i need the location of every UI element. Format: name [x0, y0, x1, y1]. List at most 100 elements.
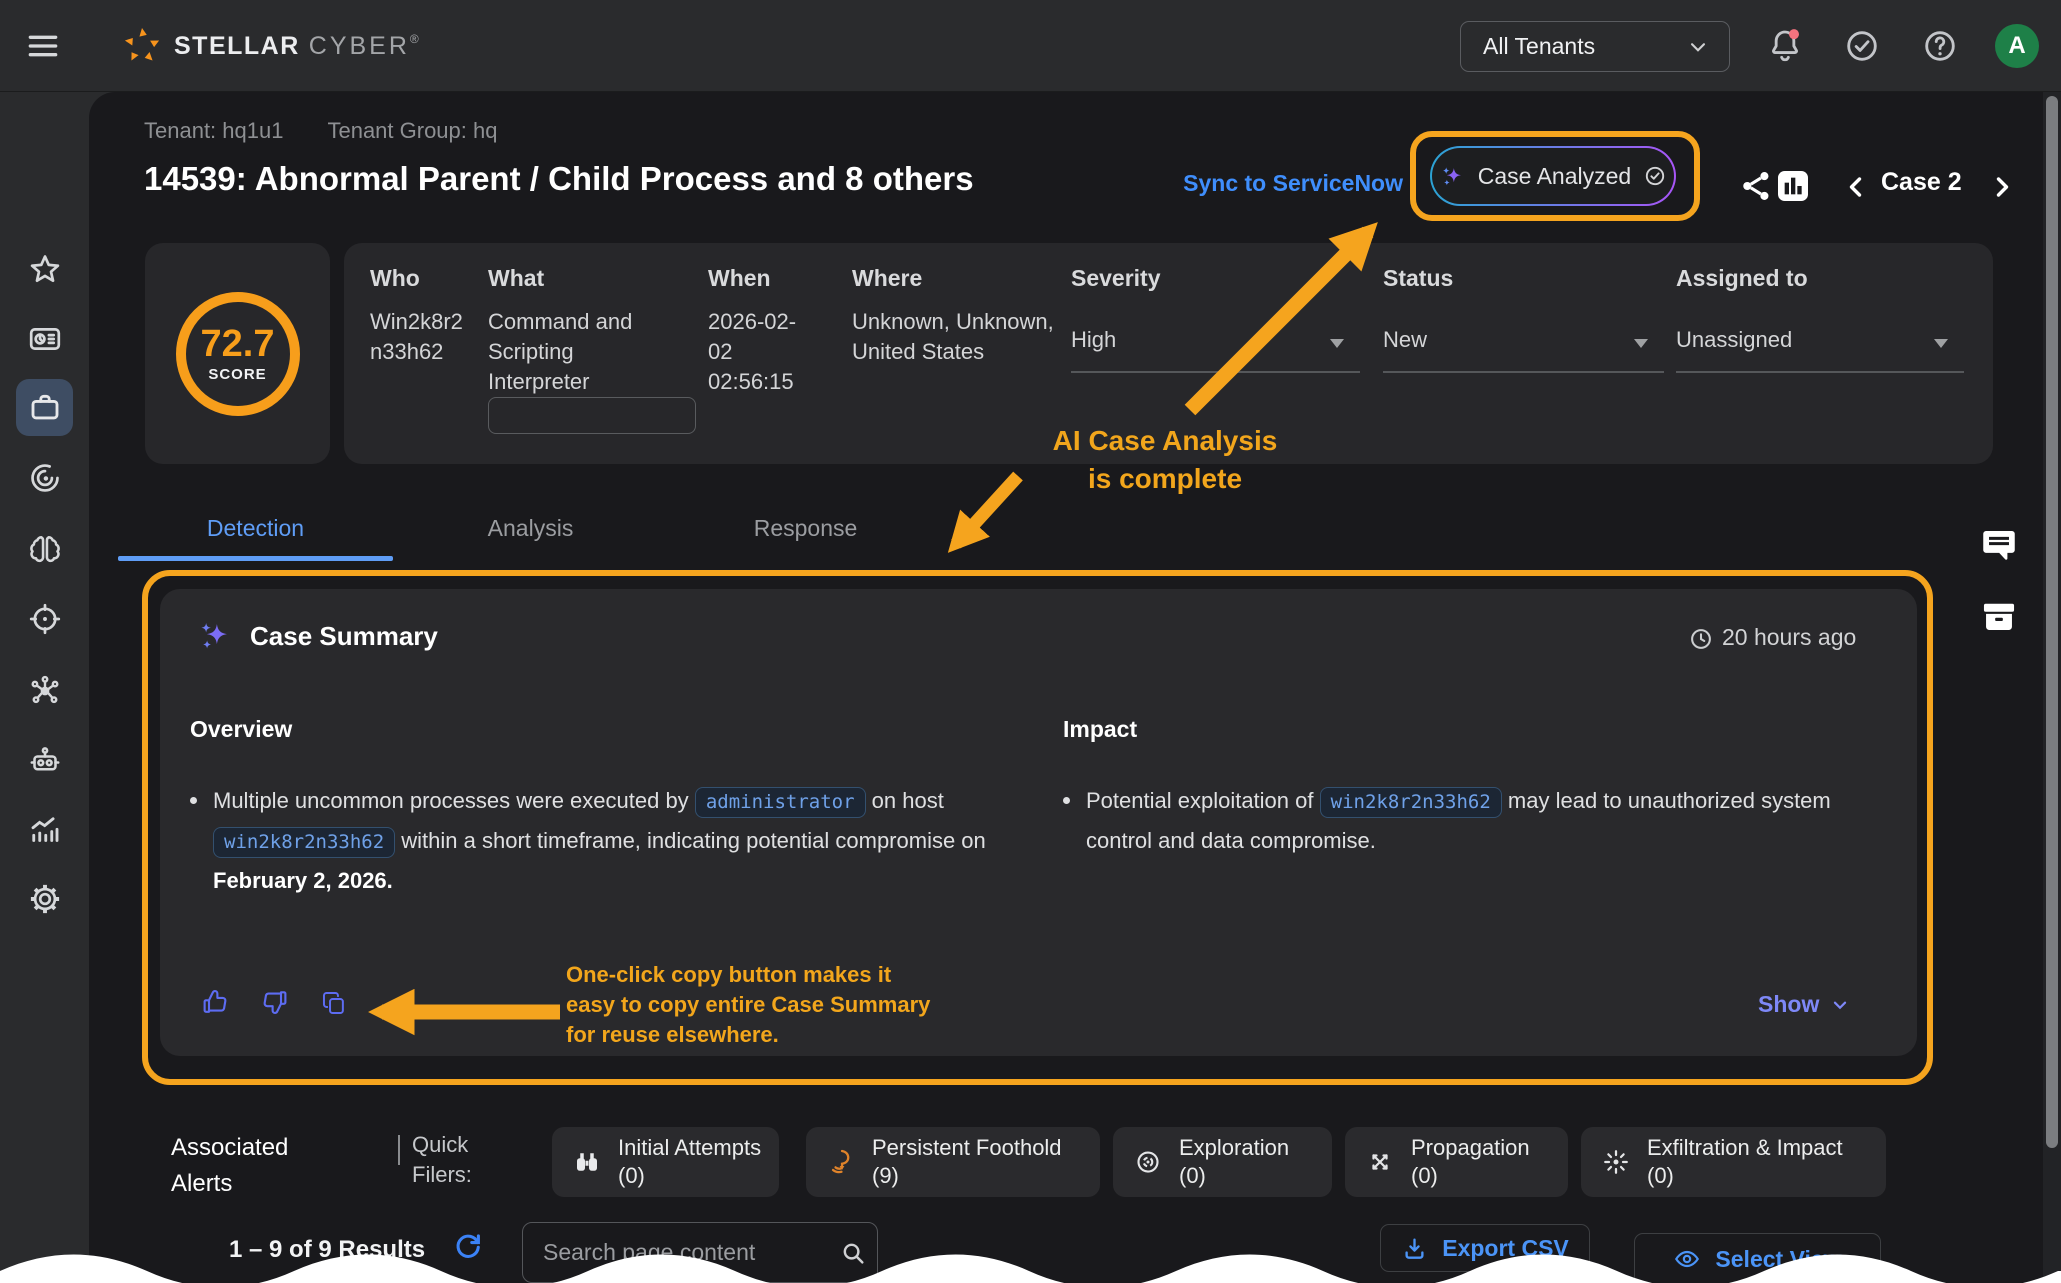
overview-text-3: within a short timeframe, indicating pot… [401, 828, 986, 853]
help-icon[interactable] [1921, 27, 1959, 65]
app-root: STELLAR CYBER® All Tenants A [0, 0, 2061, 1283]
sidebar-item-favorites[interactable] [27, 252, 63, 288]
filter-persistent-foothold[interactable]: Persistent Foothold(9) [806, 1127, 1100, 1197]
sidebar-item-automation[interactable] [27, 743, 63, 779]
copy-icon[interactable] [320, 989, 348, 1017]
impact-bullet: Potential exploitation of win2k8r2n33h62… [1063, 781, 1893, 861]
main-content: Tenant: hq1u1 Tenant Group: hq 14539: Ab… [89, 92, 2061, 1283]
overview-bullet: Multiple uncommon processes were execute… [190, 781, 1010, 901]
filter-name: Persistent Foothold [872, 1134, 1062, 1162]
notifications-bell-icon[interactable] [1765, 26, 1805, 66]
search-input[interactable] [543, 1239, 839, 1266]
sidebar-item-dashboard[interactable] [27, 321, 63, 357]
case-summary-title: Case Summary [250, 621, 438, 652]
tasks-check-icon[interactable] [1843, 27, 1881, 65]
scrollbar-thumb[interactable] [2046, 96, 2058, 1148]
filter-count: (0) [1411, 1162, 1530, 1190]
host-chip: win2k8r2n33h62 [213, 827, 395, 858]
sync-servicenow-link[interactable]: Sync to ServiceNow [1179, 170, 1403, 197]
export-csv-button[interactable]: Export CSV [1380, 1224, 1590, 1272]
brain-icon [27, 531, 63, 567]
filter-exfiltration-impact[interactable]: Exfiltration & Impact(0) [1581, 1127, 1886, 1197]
score-label: SCORE [208, 366, 266, 383]
archive-icon[interactable] [1978, 596, 2020, 638]
filter-count: (0) [1179, 1162, 1289, 1190]
severity-label: Severity [1071, 265, 1161, 292]
assigned-to-caret-icon[interactable] [1934, 339, 1948, 348]
tab-response[interactable]: Response [668, 515, 943, 542]
score-card: 72.7 SCORE [145, 243, 330, 464]
crosshair-icon [27, 601, 63, 637]
when-value: 2026-02-02 02:56:15 [708, 307, 818, 397]
tenant-label: Tenant: hq1u1 [144, 118, 283, 144]
hamburger-menu-icon[interactable] [24, 27, 62, 65]
hook-icon [826, 1147, 856, 1177]
clock-icon [1688, 626, 1714, 652]
comments-icon[interactable] [1978, 524, 2020, 566]
chart-view-icon[interactable] [1773, 166, 1813, 206]
thumbs-up-icon[interactable] [200, 987, 230, 1017]
sidebar-item-ai-detections[interactable] [27, 531, 63, 567]
refresh-icon[interactable] [452, 1230, 484, 1262]
who-label: Who [370, 265, 420, 292]
star-icon [27, 252, 63, 288]
sidebar-item-detect[interactable] [27, 601, 63, 637]
filter-exploration[interactable]: Exploration(0) [1113, 1127, 1332, 1197]
tenant-selector[interactable]: All Tenants [1460, 21, 1730, 72]
assigned-to-select[interactable]: Unassigned [1676, 325, 1792, 355]
search-container [522, 1222, 878, 1283]
case-nav-label: Case 2 [1881, 168, 1962, 197]
show-toggle[interactable]: Show [1758, 991, 1851, 1018]
sidebar-item-reports[interactable] [27, 812, 63, 848]
bullet-dot [1063, 797, 1070, 804]
brand-registered: ® [410, 32, 419, 46]
previous-case-chevron-icon[interactable] [1841, 172, 1871, 202]
status-caret-icon[interactable] [1634, 339, 1648, 348]
eye-icon [1673, 1245, 1701, 1273]
filter-initial-attempts[interactable]: Initial Attempts(0) [552, 1127, 779, 1197]
assigned-to-underline [1676, 371, 1964, 373]
annotation-copy-note: One-click copy button makes it easy to c… [566, 960, 946, 1050]
host-chip: win2k8r2n33h62 [1320, 787, 1502, 818]
chevron-down-icon [1829, 994, 1851, 1016]
sidebar-item-threat-hunting[interactable] [27, 460, 63, 496]
brand-name-bold: STELLAR [174, 32, 300, 60]
sidebar-item-cases[interactable] [27, 390, 63, 426]
when-label: When [708, 265, 771, 292]
summary-timestamp: 20 hours ago [1722, 624, 1856, 651]
select-view-button[interactable]: Select View [1634, 1233, 1881, 1283]
quick-filters-divider [398, 1135, 400, 1165]
user-chip: administrator [695, 787, 866, 818]
sidebar-item-settings[interactable] [27, 881, 63, 917]
status-select[interactable]: New [1383, 325, 1427, 355]
tenant-selector-value: All Tenants [1483, 33, 1685, 60]
tab-analysis[interactable]: Analysis [393, 515, 668, 542]
sidebar-item-investigate[interactable] [27, 673, 63, 709]
radiation-icon [1601, 1147, 1631, 1177]
share-icon[interactable] [1738, 168, 1774, 204]
status-label: Status [1383, 265, 1453, 292]
annotation-line-1: AI Case Analysis [1000, 422, 1330, 460]
tab-detection[interactable]: Detection [118, 515, 393, 542]
severity-caret-icon[interactable] [1330, 339, 1344, 348]
user-avatar[interactable]: A [1995, 24, 2039, 68]
score-ring: 72.7 SCORE [176, 292, 300, 416]
stellar-cyber-logo[interactable]: STELLAR CYBER® [120, 24, 419, 68]
filter-name: Initial Attempts [618, 1134, 761, 1162]
associated-alerts-title: Associated Alerts [171, 1130, 321, 1202]
filter-propagation[interactable]: Propagation(0) [1345, 1127, 1568, 1197]
scope-icon [1133, 1147, 1163, 1177]
annotation-line-2: is complete [1000, 460, 1330, 498]
next-case-chevron-icon[interactable] [1987, 172, 2017, 202]
search-icon[interactable] [839, 1239, 867, 1267]
assigned-to-label: Assigned to [1676, 265, 1808, 292]
thumbs-down-icon[interactable] [260, 987, 290, 1017]
robot-icon [27, 743, 63, 779]
gear-icon [27, 881, 63, 917]
brand-name-light: CYBER [309, 32, 410, 60]
severity-select[interactable]: High [1071, 325, 1116, 355]
case-analyzed-button[interactable]: Case Analyzed [1430, 146, 1676, 206]
results-count: 1 – 9 of 9 Results [229, 1236, 425, 1264]
what-field[interactable] [488, 397, 696, 434]
radar-icon [27, 460, 63, 496]
